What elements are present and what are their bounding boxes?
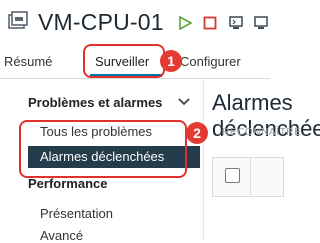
section-problems-alarms[interactable]: Problèmes et alarmes	[28, 95, 162, 110]
callout-badge: 1	[160, 50, 182, 72]
sidebar-item-advanced[interactable]: Avancé	[40, 228, 83, 243]
page-title: VM-CPU-01	[38, 9, 164, 35]
table-column-divider	[250, 157, 251, 195]
select-all-checkbox[interactable]	[225, 168, 240, 183]
power-off-icon[interactable]	[203, 16, 217, 30]
panel-divider	[203, 80, 204, 240]
acknowledge-button[interactable]: RECONNAÎTRE	[222, 127, 301, 138]
callout-badge: 2	[186, 122, 208, 144]
chevron-down-icon[interactable]	[178, 98, 190, 106]
section-performance[interactable]: Performance	[28, 176, 107, 191]
tab-configurer[interactable]: Configurer	[180, 54, 241, 69]
callout-highlight-triggered-alarms	[19, 120, 187, 178]
tab-resume[interactable]: Résumé	[4, 54, 52, 69]
console-icon[interactable]	[229, 16, 243, 30]
callout-highlight-surveiller	[83, 44, 165, 78]
sidebar-item-overview[interactable]: Présentation	[40, 206, 113, 221]
object-header: VM-CPU-01	[0, 0, 270, 44]
more-actions-icon[interactable]	[254, 16, 268, 30]
vm-icon	[8, 11, 28, 29]
alarms-table-header	[212, 157, 284, 197]
power-on-icon[interactable]	[178, 16, 192, 30]
